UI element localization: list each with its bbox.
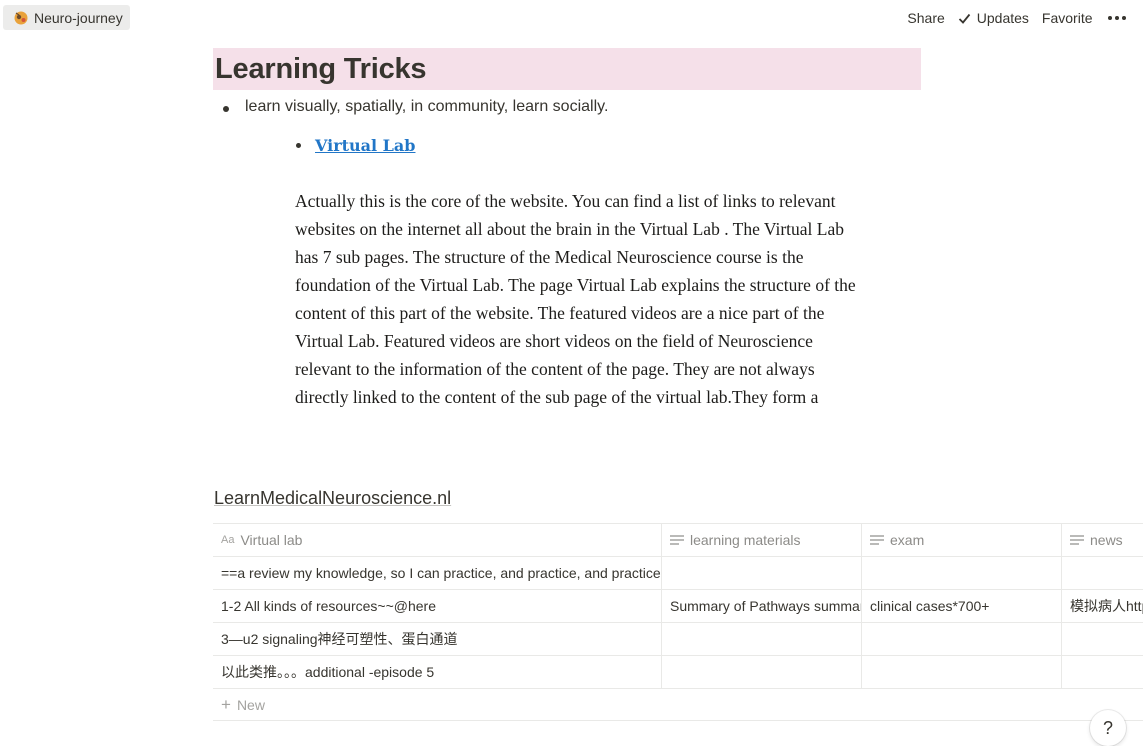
bullet-dot: [223, 106, 229, 112]
table-cell[interactable]: [862, 656, 1062, 688]
table-cell[interactable]: clinical cases*700+: [862, 590, 1062, 622]
database-table: Aa Virtual lab learning materials exam n…: [213, 523, 1143, 721]
paragraph-text: Actually this is the core of the website…: [295, 191, 856, 407]
table-cell[interactable]: [1062, 623, 1143, 655]
table-cell[interactable]: Summary of Pathways summary: [662, 590, 862, 622]
column-header-label: news: [1090, 532, 1123, 548]
table-cell[interactable]: [1062, 656, 1143, 688]
column-header-virtual-lab[interactable]: Aa Virtual lab: [213, 524, 662, 556]
column-header-label: learning materials: [690, 532, 801, 548]
column-header-label: exam: [890, 532, 925, 548]
help-label: ?: [1102, 717, 1113, 738]
table-cell[interactable]: [662, 623, 862, 655]
database-title[interactable]: LearnMedicalNeuroscience.nl: [214, 488, 451, 509]
table-row[interactable]: 1-2 All kinds of resources~~@here Summar…: [213, 590, 1143, 623]
page-heading: Learning Tricks: [215, 53, 427, 85]
table-cell[interactable]: [862, 623, 1062, 655]
column-header-news[interactable]: news: [1062, 524, 1143, 556]
sub-bullet-item: Virtual Lab: [296, 136, 415, 155]
help-button[interactable]: ?: [1090, 710, 1126, 746]
table-cell[interactable]: 3—u2 signaling神经可塑性、蛋白通道: [213, 623, 662, 655]
table-row[interactable]: 以此类推。。。additional -episode 5: [213, 656, 1143, 689]
table-cell[interactable]: [662, 656, 862, 688]
updates-label: Updates: [976, 10, 1029, 26]
virtual-lab-link[interactable]: Virtual Lab: [315, 136, 415, 155]
new-row-button[interactable]: + New: [213, 689, 1143, 721]
updates-button[interactable]: Updates: [958, 10, 1029, 26]
table-cell[interactable]: [1062, 557, 1143, 589]
embedded-paragraph: Actually this is the core of the website…: [295, 187, 860, 445]
breadcrumb-label: Neuro-journey: [34, 9, 123, 26]
column-header-learning-materials[interactable]: learning materials: [662, 524, 862, 556]
more-options-icon[interactable]: [1107, 15, 1126, 21]
title-property-icon: Aa: [221, 534, 235, 546]
table-cell[interactable]: ==a review my knowledge, so I can practi…: [213, 557, 662, 589]
check-icon: [958, 13, 970, 24]
column-header-label: Virtual lab: [240, 532, 303, 548]
topbar-actions: Share Updates Favorite: [894, 0, 1126, 36]
text-property-icon: [1070, 535, 1084, 545]
text-property-icon: [870, 535, 884, 545]
topbar: Neuro-journey Share Updates Favorite: [0, 0, 1143, 36]
breadcrumb[interactable]: Neuro-journey: [3, 5, 130, 30]
share-button[interactable]: Share: [907, 10, 944, 26]
plus-icon: +: [221, 694, 231, 714]
table-cell[interactable]: 模拟病人http: [1062, 590, 1143, 622]
heading-block: Learning Tricks: [213, 48, 921, 90]
bullet-item: learn visually, spatially, in community,…: [220, 98, 608, 116]
table-row[interactable]: 3—u2 signaling神经可塑性、蛋白通道: [213, 623, 1143, 656]
table-cell[interactable]: [862, 557, 1062, 589]
table-header-row: Aa Virtual lab learning materials exam n…: [213, 524, 1143, 557]
table-cell[interactable]: [662, 557, 862, 589]
favorite-label: Favorite: [1041, 10, 1093, 26]
text-property-icon: [670, 535, 684, 545]
column-header-exam[interactable]: exam: [862, 524, 1062, 556]
table-row[interactable]: ==a review my knowledge, so I can practi…: [213, 557, 1143, 590]
bullet-dot: [296, 143, 301, 148]
new-row-label: New: [236, 696, 265, 713]
favorite-button[interactable]: Favorite: [1042, 10, 1093, 26]
table-cell[interactable]: 以此类推。。。additional -episode 5: [213, 656, 662, 688]
share-label: Share: [907, 10, 945, 26]
bullet-text: learn visually, spatially, in community,…: [245, 98, 609, 115]
page-emoji-icon: [14, 11, 28, 24]
table-cell[interactable]: 1-2 All kinds of resources~~@here: [213, 590, 662, 622]
